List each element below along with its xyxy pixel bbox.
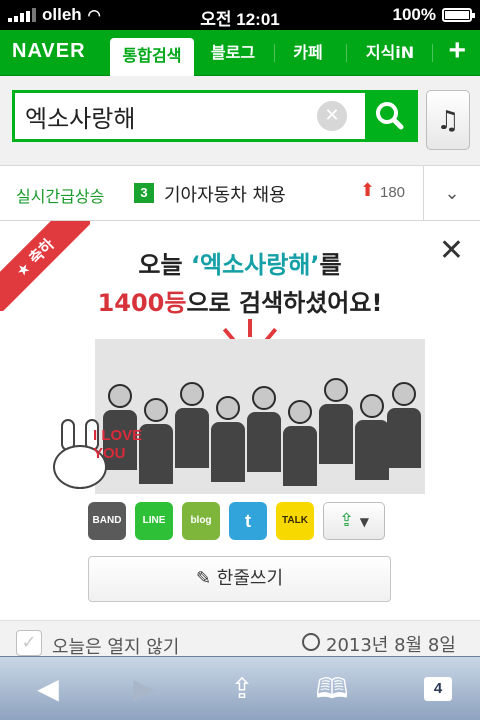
trending-keyword[interactable]: 기아자동차 채용 (164, 181, 286, 207)
twitter-share-icon[interactable]: t (229, 502, 267, 540)
pencil-icon: ✎ (195, 568, 212, 589)
rank-badge: 3 (134, 183, 154, 203)
realtime-trending[interactable]: 실시간급상승 3 기아자동차 채용 ⬆ 180 ⌄ (0, 166, 480, 221)
celebration-card: ★ 축하 ✕ 오늘 ‘엑소사랑해’를 1400등으로 검색하셨어요! I LOV… (0, 221, 480, 620)
person-figure (355, 394, 389, 494)
tab-integrated-search[interactable]: 통합검색 (110, 38, 194, 76)
dont-open-today-checkbox[interactable]: ✓ (16, 630, 42, 656)
music-search-button[interactable]: ♫ (426, 90, 470, 150)
kakaotalk-share-icon[interactable]: TALK (276, 502, 314, 540)
status-bar: olleh ◠ 오전 12:01 100% (0, 0, 480, 30)
person-figure (175, 382, 209, 494)
back-icon[interactable]: ◀ (18, 657, 78, 720)
person-figure (247, 386, 281, 494)
rise-arrow-icon: ⬆ (360, 180, 376, 201)
write-comment-label: 한줄쓰기 (216, 568, 284, 589)
bookmarks-icon[interactable]: 🕮 (302, 657, 362, 720)
person-figure (319, 378, 353, 494)
search-input[interactable] (25, 99, 315, 133)
search-rank-count: 1400등 (97, 289, 187, 317)
search-icon (376, 102, 404, 130)
headline-line2: 1400등으로 검색하셨어요! (0, 283, 480, 318)
more-share-button[interactable]: ⇪ ▼ (323, 502, 385, 540)
rank-change-count: 180 (380, 184, 406, 201)
person-figure (283, 400, 317, 494)
headline-prefix: 오늘 (138, 251, 183, 279)
headline2-suffix: 으로 검색하셨어요! (186, 289, 383, 317)
tab-cafe[interactable]: 카페 (280, 30, 336, 76)
headline-keyword: ‘엑소사랑해’ (190, 251, 320, 279)
blog-share-icon[interactable]: blog (182, 502, 220, 540)
card-footer: ✓ 오늘은 열지 않기 2013년 8월 8일 (0, 620, 480, 658)
tab-knowledge-in[interactable]: 지식iN (354, 30, 426, 76)
clock-icon (302, 633, 320, 651)
forward-icon[interactable]: ▶ (114, 657, 174, 720)
person-figure (139, 398, 173, 494)
headline-line1: 오늘 ‘엑소사랑해’를 (0, 245, 480, 280)
status-right: 100% (392, 5, 475, 25)
search-bar: ✕ ♫ (0, 76, 480, 166)
expand-toggle[interactable]: ⌄ (424, 166, 480, 221)
share-icon[interactable]: ⇪ (212, 657, 272, 720)
chevron-down-icon: ⌄ (444, 183, 460, 204)
nav-divider (432, 44, 433, 62)
nav-divider (346, 44, 347, 62)
search-button[interactable] (365, 93, 415, 139)
write-comment-button[interactable]: ✎ 한줄쓰기 (88, 556, 391, 602)
music-note-icon: ♫ (436, 106, 460, 136)
tab-blog[interactable]: 블로그 (200, 30, 266, 76)
chevron-down-icon: ▼ (359, 515, 370, 529)
naver-header: NAVER 통합검색 블로그 카페 지식iN + (0, 30, 480, 76)
clear-icon[interactable]: ✕ (317, 101, 347, 131)
search-box: ✕ (12, 90, 418, 142)
date-label: 2013년 8월 8일 (326, 635, 456, 656)
battery-percent: 100% (392, 5, 436, 24)
browser-toolbar: ◀ ▶ ⇪ 🕮 4 (0, 656, 480, 720)
check-icon: ✓ (21, 632, 37, 653)
share-buttons: BAND LINE blog t TALK ⇪ ▼ (88, 502, 385, 542)
person-figure (387, 382, 421, 494)
love-text: I LOVE YOU (93, 427, 143, 462)
battery-icon (442, 8, 475, 22)
band-share-icon[interactable]: BAND (88, 502, 126, 540)
trending-label: 실시간급상승 (16, 187, 105, 206)
nav-divider (274, 44, 275, 62)
tabs-button[interactable]: 4 (424, 677, 452, 701)
naver-logo[interactable]: NAVER (12, 40, 86, 63)
line-share-icon[interactable]: LINE (135, 502, 173, 540)
person-figure (211, 396, 245, 494)
plus-icon[interactable]: + (448, 34, 466, 68)
share-arrow-icon: ⇪ (338, 510, 355, 531)
headline-suffix: 를 (319, 251, 342, 279)
group-photo (95, 339, 425, 494)
